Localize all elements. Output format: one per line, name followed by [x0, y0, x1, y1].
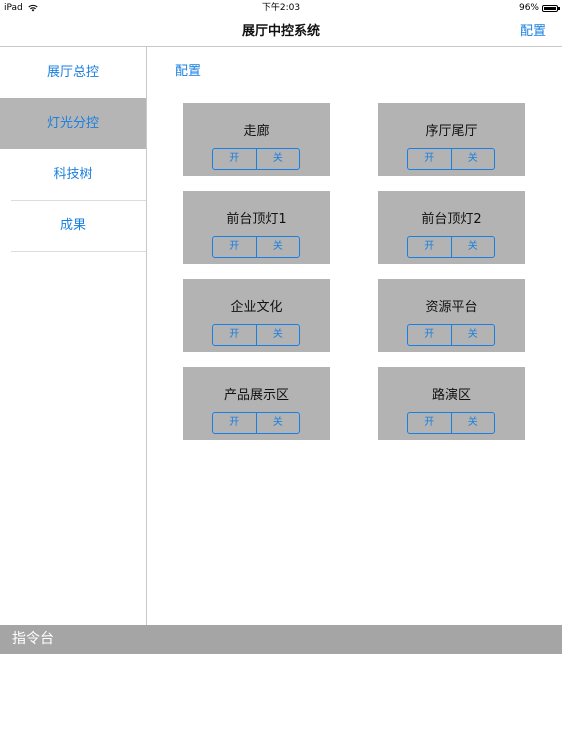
light-card: 企业文化 开 关: [183, 279, 330, 352]
switch-control: 开 关: [212, 236, 300, 258]
sidebar-item-hall-control[interactable]: 展厅总控: [0, 47, 146, 98]
light-name: 企业文化: [230, 300, 283, 315]
off-button[interactable]: 关: [255, 325, 300, 345]
main-config-link[interactable]: 配置: [175, 60, 201, 79]
status-bar: iPad 下午2:03 96%: [0, 0, 562, 16]
switch-control: 开 关: [212, 412, 300, 434]
switch-control: 开 关: [407, 236, 495, 258]
on-button[interactable]: 开: [408, 413, 451, 433]
off-button[interactable]: 关: [450, 325, 495, 345]
switch-control: 开 关: [212, 148, 300, 170]
nav-bar: 展厅中控系统 配置: [0, 16, 562, 47]
switch-control: 开 关: [407, 412, 495, 434]
off-button[interactable]: 关: [450, 237, 495, 257]
on-button[interactable]: 开: [213, 149, 256, 169]
switch-control: 开 关: [212, 324, 300, 346]
status-right: 96%: [518, 0, 560, 16]
light-card: 前台顶灯2 开 关: [378, 191, 525, 264]
battery-icon: [542, 4, 560, 12]
light-name: 资源平台: [425, 300, 478, 315]
battery-percent: 96%: [518, 3, 539, 13]
off-button[interactable]: 关: [255, 149, 300, 169]
off-button[interactable]: 关: [255, 237, 300, 257]
on-button[interactable]: 开: [213, 325, 256, 345]
on-button[interactable]: 开: [213, 413, 256, 433]
command-title: 指令台: [12, 631, 54, 647]
on-button[interactable]: 开: [408, 237, 451, 257]
on-button[interactable]: 开: [213, 237, 256, 257]
status-time: 下午2:03: [261, 3, 301, 13]
sidebar: 展厅总控 灯光分控 科技树 成果: [0, 47, 147, 625]
light-card: 序厅尾厅 开 关: [378, 103, 525, 176]
sidebar-item-tech-tree[interactable]: 科技树: [0, 149, 146, 200]
light-card: 前台顶灯1 开 关: [183, 191, 330, 264]
off-button[interactable]: 关: [450, 149, 495, 169]
light-card: 走廊 开 关: [183, 103, 330, 176]
off-button[interactable]: 关: [255, 413, 300, 433]
config-button[interactable]: 配置: [520, 16, 546, 47]
on-button[interactable]: 开: [408, 325, 451, 345]
light-name: 走廊: [243, 124, 270, 139]
sidebar-item-results[interactable]: 成果: [0, 200, 146, 251]
light-name: 路演区: [431, 388, 471, 403]
light-name: 序厅尾厅: [425, 124, 478, 139]
command-bar: 指令台: [0, 625, 562, 654]
off-button[interactable]: 关: [450, 413, 495, 433]
light-card: 产品展示区 开 关: [183, 367, 330, 440]
light-card: 路演区 开 关: [378, 367, 525, 440]
light-name: 前台顶灯2: [421, 212, 482, 227]
on-button[interactable]: 开: [408, 149, 451, 169]
switch-control: 开 关: [407, 148, 495, 170]
sidebar-divider: [11, 251, 146, 252]
page-title: 展厅中控系统: [241, 24, 320, 39]
light-name: 前台顶灯1: [226, 212, 287, 227]
light-name: 产品展示区: [223, 388, 289, 403]
command-output-area: [0, 654, 562, 750]
light-card: 资源平台 开 关: [378, 279, 525, 352]
switch-control: 开 关: [407, 324, 495, 346]
sidebar-item-light-control[interactable]: 灯光分控: [0, 98, 146, 149]
